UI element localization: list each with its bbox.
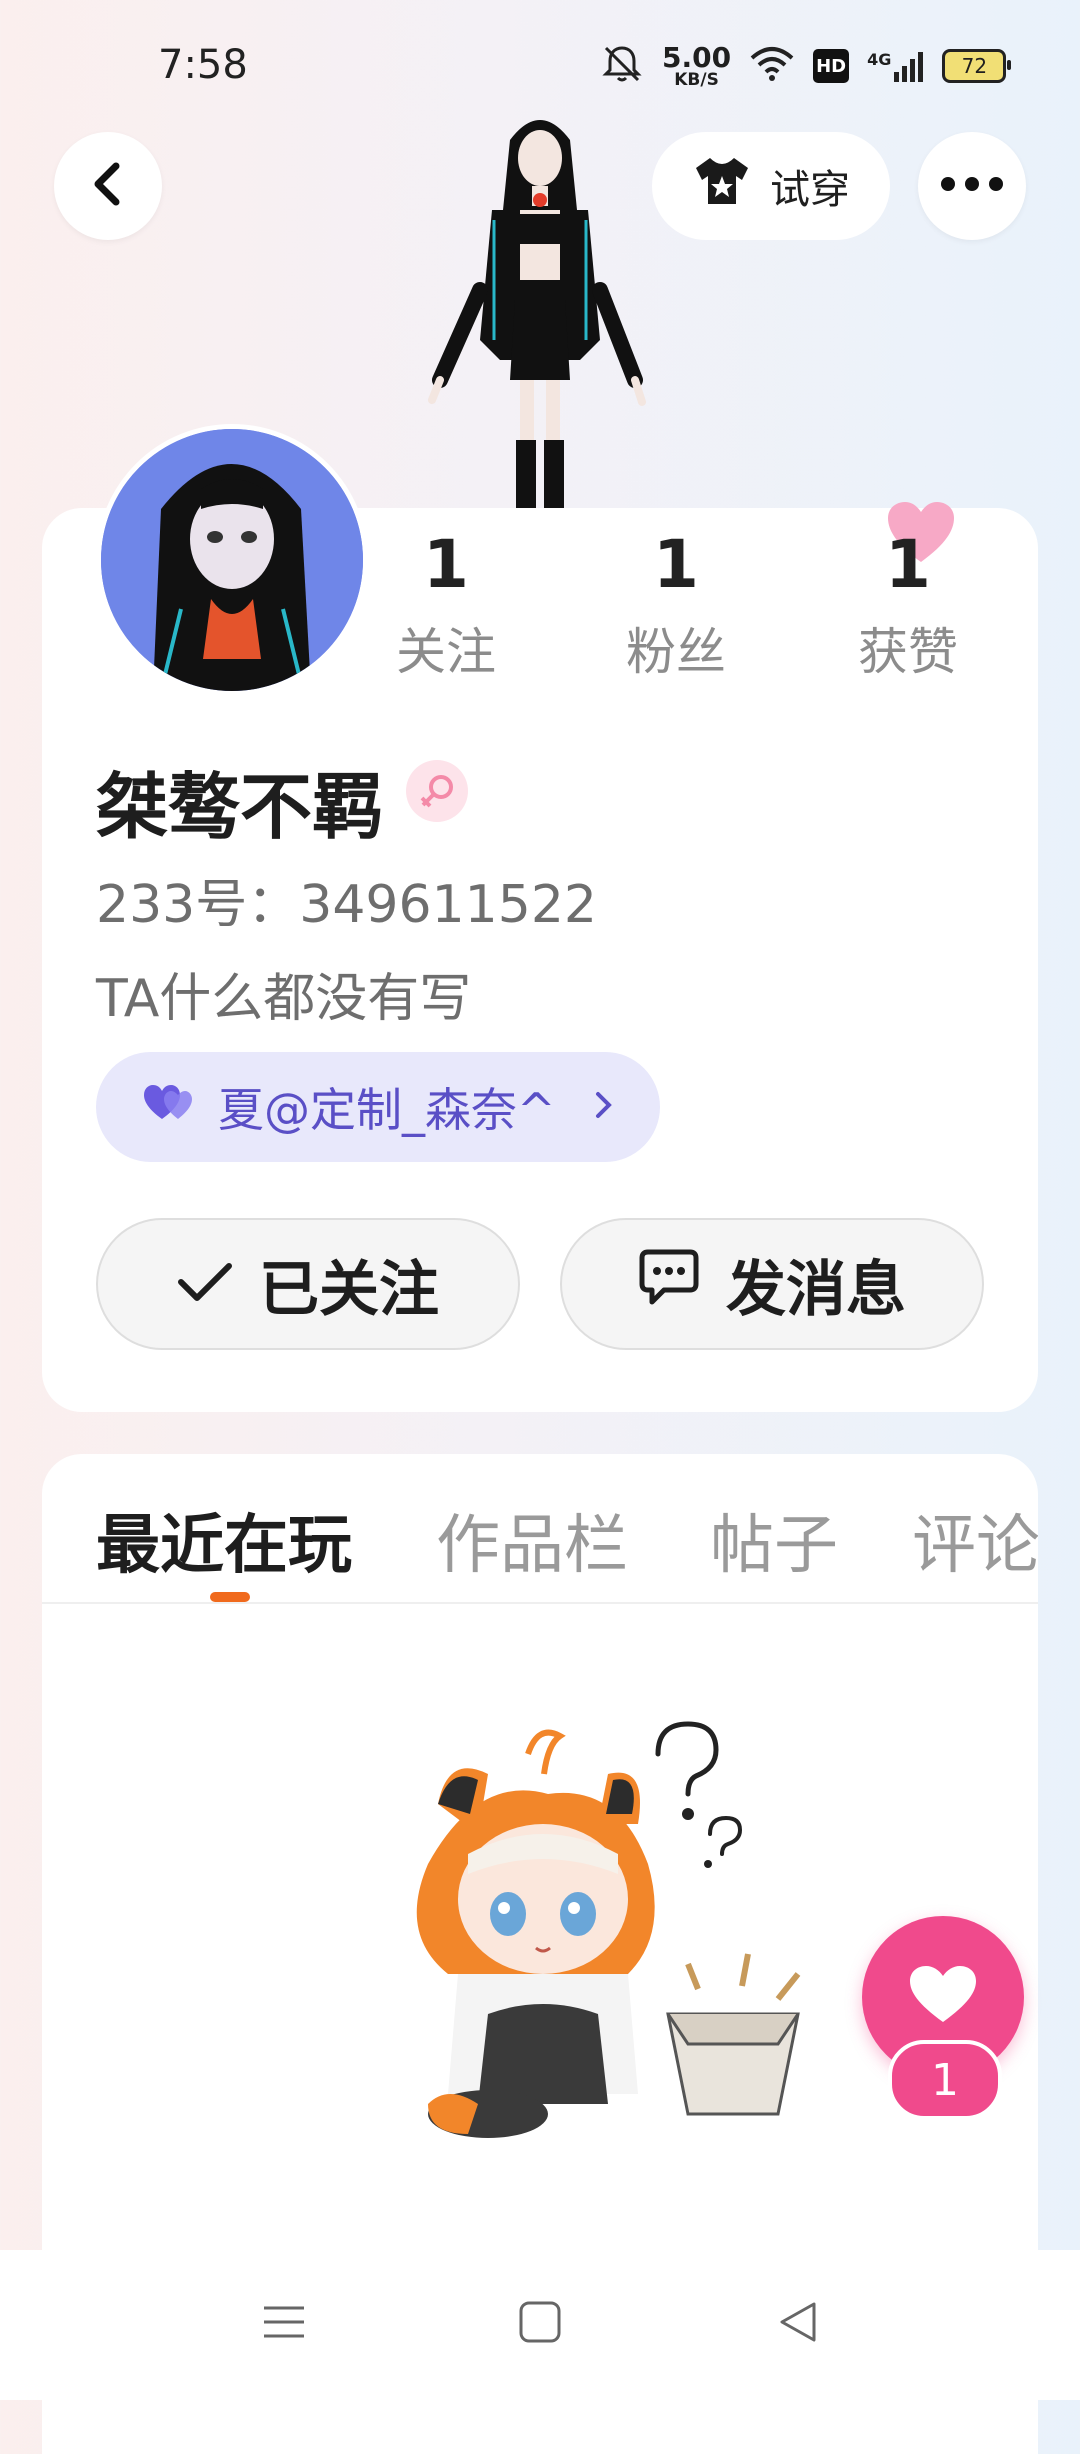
mute-icon xyxy=(600,44,644,88)
system-nav-bar xyxy=(0,2250,1080,2400)
female-icon xyxy=(406,760,468,822)
battery-indicator: 72 xyxy=(942,49,1012,83)
cp-tag[interactable]: 夏@定制_森奈^ xyxy=(96,1052,660,1162)
tshirt-icon xyxy=(692,154,752,218)
chevron-left-icon xyxy=(88,160,128,212)
tab-comments[interactable]: 评论 xyxy=(912,1494,1038,1586)
tab-works[interactable]: 作品栏 xyxy=(436,1494,628,1586)
follow-label: 已关注 xyxy=(259,1254,439,1325)
tab-divider xyxy=(42,1602,1038,1604)
home-button[interactable] xyxy=(508,2292,572,2356)
heart-icon xyxy=(908,1964,978,2030)
empty-state-illustration xyxy=(338,1714,838,2174)
triangle-back-icon xyxy=(776,2300,820,2348)
like-count-badge: 1 xyxy=(888,2040,1002,2120)
chevron-right-icon xyxy=(594,1084,614,1130)
status-icons: 5.00 KB/S HD 4G 72 xyxy=(600,38,1012,94)
avatar[interactable] xyxy=(96,424,368,696)
more-button[interactable] xyxy=(918,132,1026,240)
follow-button[interactable]: 已关注 xyxy=(96,1218,520,1350)
stat-following[interactable]: 1 关注 xyxy=(346,532,546,684)
cp-tag-label: 夏@定制_森奈^ xyxy=(218,1083,556,1137)
wifi-icon xyxy=(749,46,795,86)
menu-icon xyxy=(262,2302,306,2346)
back-nav-button[interactable] xyxy=(766,2292,830,2356)
tab-indicator xyxy=(210,1592,250,1602)
character-figure xyxy=(420,110,660,510)
status-time: 7:58 xyxy=(158,42,248,88)
user-bio: TA什么都没有写 xyxy=(96,969,472,1029)
stat-followers[interactable]: 1 粉丝 xyxy=(576,532,776,684)
tab-posts[interactable]: 帖子 xyxy=(710,1494,838,1586)
message-label: 发消息 xyxy=(726,1254,906,1325)
signal-icon: 4G xyxy=(867,50,924,82)
network-speed: 5.00 KB/S xyxy=(662,40,732,90)
try-on-button[interactable]: 试穿 xyxy=(652,132,890,240)
check-icon xyxy=(177,1249,233,1319)
tab-recent-play[interactable]: 最近在玩 xyxy=(96,1494,352,1586)
user-id: 233号：349611522 xyxy=(96,875,598,935)
square-icon xyxy=(518,2300,562,2348)
try-on-label: 试穿 xyxy=(770,167,850,213)
chat-bubble-icon xyxy=(638,1248,700,1321)
more-dots-icon xyxy=(940,176,1004,196)
menu-button[interactable] xyxy=(252,2292,316,2356)
back-button[interactable] xyxy=(54,132,162,240)
hd-badge: HD xyxy=(813,49,850,83)
message-button[interactable]: 发消息 xyxy=(560,1218,984,1350)
username: 桀骜不羁 xyxy=(96,765,385,849)
stat-likes[interactable]: 1 获赞 xyxy=(808,532,1008,684)
double-heart-icon xyxy=(142,1080,198,1134)
